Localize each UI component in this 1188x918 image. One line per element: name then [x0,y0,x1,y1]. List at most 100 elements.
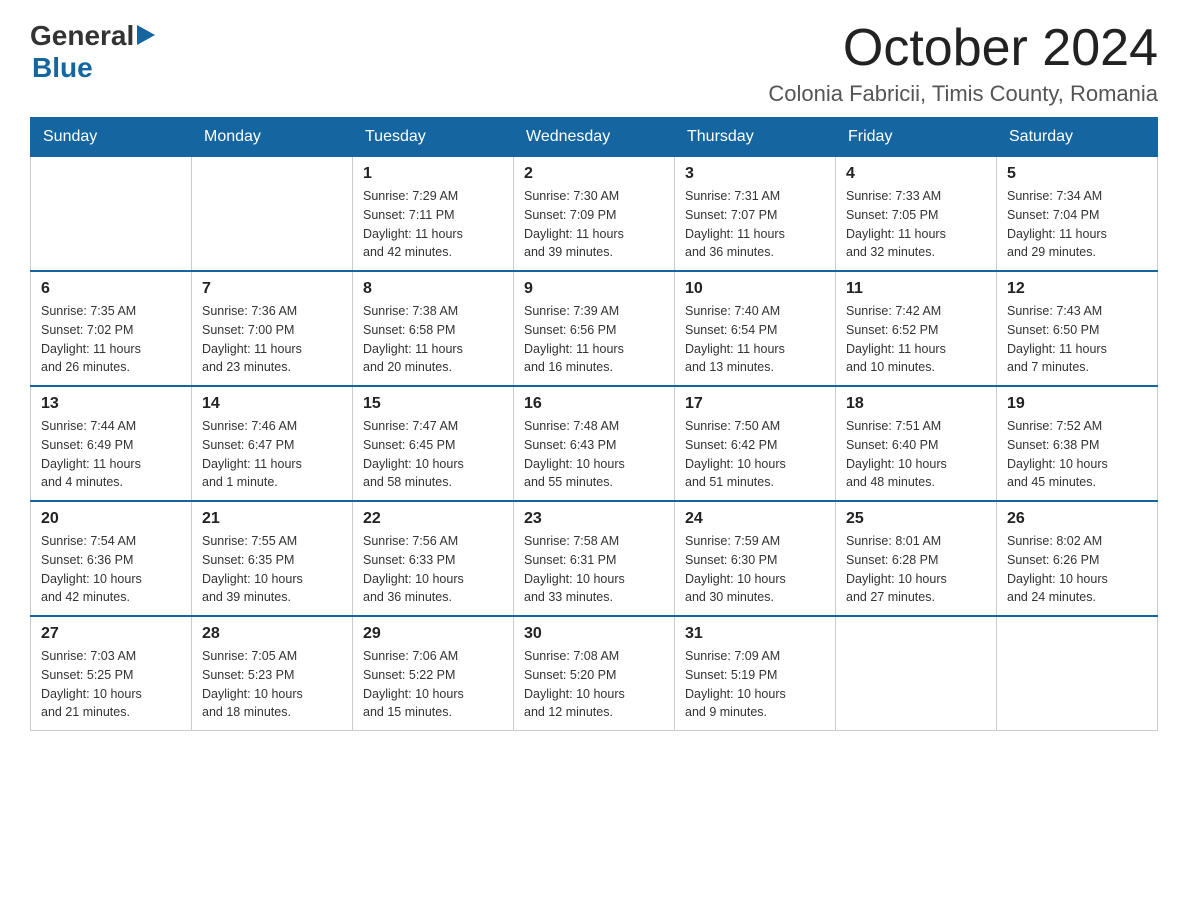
day-info: Sunrise: 7:52 AMSunset: 6:38 PMDaylight:… [1007,417,1147,492]
table-row [192,157,353,272]
calendar-week-row: 6Sunrise: 7:35 AMSunset: 7:02 PMDaylight… [31,271,1158,386]
day-info: Sunrise: 7:08 AMSunset: 5:20 PMDaylight:… [524,647,664,722]
day-info: Sunrise: 7:39 AMSunset: 6:56 PMDaylight:… [524,302,664,377]
month-title: October 2024 [768,20,1158,77]
day-number: 4 [846,165,986,183]
table-row [997,616,1158,731]
day-number: 24 [685,510,825,528]
logo: General Blue [30,20,155,84]
day-number: 28 [202,625,342,643]
table-row: 22 Sunrise: 7:56 AMSunset: 6:33 PMDayligh… [353,501,514,616]
table-row: 13 Sunrise: 7:44 AMSunset: 6:49 PMDayligh… [31,386,192,501]
day-number: 17 [685,395,825,413]
day-number: 7 [202,280,342,298]
day-number: 2 [524,165,664,183]
day-info: Sunrise: 7:51 AMSunset: 6:40 PMDaylight:… [846,417,986,492]
table-row: 18 Sunrise: 7:51 AMSunset: 6:40 PMDayligh… [836,386,997,501]
day-info: Sunrise: 7:46 AMSunset: 6:47 PMDaylight:… [202,417,342,492]
day-info: Sunrise: 7:40 AMSunset: 6:54 PMDaylight:… [685,302,825,377]
day-number: 16 [524,395,664,413]
table-row: 11 Sunrise: 7:42 AMSunset: 6:52 PMDayligh… [836,271,997,386]
table-row: 24 Sunrise: 7:59 AMSunset: 6:30 PMDayligh… [675,501,836,616]
table-row: 26 Sunrise: 8:02 AMSunset: 6:26 PMDayligh… [997,501,1158,616]
day-number: 26 [1007,510,1147,528]
day-info: Sunrise: 7:35 AMSunset: 7:02 PMDaylight:… [41,302,181,377]
day-number: 3 [685,165,825,183]
day-number: 19 [1007,395,1147,413]
header-tuesday: Tuesday [353,118,514,157]
table-row: 20 Sunrise: 7:54 AMSunset: 6:36 PMDayligh… [31,501,192,616]
table-row: 23 Sunrise: 7:58 AMSunset: 6:31 PMDayligh… [514,501,675,616]
day-info: Sunrise: 7:48 AMSunset: 6:43 PMDaylight:… [524,417,664,492]
header-thursday: Thursday [675,118,836,157]
table-row: 2 Sunrise: 7:30 AMSunset: 7:09 PMDaylight… [514,157,675,272]
day-number: 12 [1007,280,1147,298]
calendar-week-row: 20 Sunrise: 7:54 AMSunset: 6:36 PMDayligh… [31,501,1158,616]
table-row: 30Sunrise: 7:08 AMSunset: 5:20 PMDayligh… [514,616,675,731]
table-row: 29 Sunrise: 7:06 AMSunset: 5:22 PMDayligh… [353,616,514,731]
day-info: Sunrise: 7:31 AMSunset: 7:07 PMDaylight:… [685,187,825,262]
table-row: 14 Sunrise: 7:46 AMSunset: 6:47 PMDayligh… [192,386,353,501]
day-info: Sunrise: 7:33 AMSunset: 7:05 PMDaylight:… [846,187,986,262]
weekday-header-row: Sunday Monday Tuesday Wednesday Thursday… [31,118,1158,157]
table-row: 16 Sunrise: 7:48 AMSunset: 6:43 PMDayligh… [514,386,675,501]
day-number: 14 [202,395,342,413]
day-number: 29 [363,625,503,643]
day-info: Sunrise: 7:05 AMSunset: 5:23 PMDaylight:… [202,647,342,722]
title-area: October 2024 Colonia Fabricii, Timis Cou… [768,20,1158,107]
table-row: 31Sunrise: 7:09 AMSunset: 5:19 PMDayligh… [675,616,836,731]
day-number: 22 [363,510,503,528]
table-row: 19 Sunrise: 7:52 AMSunset: 6:38 PMDayligh… [997,386,1158,501]
day-info: Sunrise: 7:59 AMSunset: 6:30 PMDaylight:… [685,532,825,607]
header-friday: Friday [836,118,997,157]
day-number: 9 [524,280,664,298]
header-saturday: Saturday [997,118,1158,157]
day-info: Sunrise: 7:42 AMSunset: 6:52 PMDaylight:… [846,302,986,377]
calendar-week-row: 13 Sunrise: 7:44 AMSunset: 6:49 PMDayligh… [31,386,1158,501]
day-info: Sunrise: 7:58 AMSunset: 6:31 PMDaylight:… [524,532,664,607]
day-number: 25 [846,510,986,528]
day-info: Sunrise: 7:36 AMSunset: 7:00 PMDaylight:… [202,302,342,377]
table-row: 25 Sunrise: 8:01 AMSunset: 6:28 PMDayligh… [836,501,997,616]
table-row: 17Sunrise: 7:50 AMSunset: 6:42 PMDayligh… [675,386,836,501]
table-row: 27 Sunrise: 7:03 AMSunset: 5:25 PMDayligh… [31,616,192,731]
day-info: Sunrise: 7:56 AMSunset: 6:33 PMDaylight:… [363,532,503,607]
day-info: Sunrise: 7:44 AMSunset: 6:49 PMDaylight:… [41,417,181,492]
table-row: 15Sunrise: 7:47 AMSunset: 6:45 PMDayligh… [353,386,514,501]
day-info: Sunrise: 7:29 AMSunset: 7:11 PMDaylight:… [363,187,503,262]
day-number: 1 [363,165,503,183]
day-number: 27 [41,625,181,643]
calendar-week-row: 27 Sunrise: 7:03 AMSunset: 5:25 PMDayligh… [31,616,1158,731]
table-row: 9 Sunrise: 7:39 AMSunset: 6:56 PMDaylight… [514,271,675,386]
day-number: 23 [524,510,664,528]
day-number: 21 [202,510,342,528]
day-info: Sunrise: 8:01 AMSunset: 6:28 PMDaylight:… [846,532,986,607]
day-number: 5 [1007,165,1147,183]
day-number: 11 [846,280,986,298]
day-info: Sunrise: 7:06 AMSunset: 5:22 PMDaylight:… [363,647,503,722]
day-info: Sunrise: 7:54 AMSunset: 6:36 PMDaylight:… [41,532,181,607]
table-row: 5Sunrise: 7:34 AMSunset: 7:04 PMDaylight… [997,157,1158,272]
day-info: Sunrise: 7:30 AMSunset: 7:09 PMDaylight:… [524,187,664,262]
day-info: Sunrise: 7:47 AMSunset: 6:45 PMDaylight:… [363,417,503,492]
day-number: 13 [41,395,181,413]
table-row: 10 Sunrise: 7:40 AMSunset: 6:54 PMDayligh… [675,271,836,386]
day-number: 18 [846,395,986,413]
calendar-week-row: 1 Sunrise: 7:29 AMSunset: 7:11 PMDaylight… [31,157,1158,272]
day-info: Sunrise: 8:02 AMSunset: 6:26 PMDaylight:… [1007,532,1147,607]
calendar-table: Sunday Monday Tuesday Wednesday Thursday… [30,117,1158,731]
table-row: 7 Sunrise: 7:36 AMSunset: 7:00 PMDaylight… [192,271,353,386]
table-row: 3 Sunrise: 7:31 AMSunset: 7:07 PMDaylight… [675,157,836,272]
day-info: Sunrise: 7:09 AMSunset: 5:19 PMDaylight:… [685,647,825,722]
table-row: 12Sunrise: 7:43 AMSunset: 6:50 PMDayligh… [997,271,1158,386]
day-number: 10 [685,280,825,298]
day-info: Sunrise: 7:38 AMSunset: 6:58 PMDaylight:… [363,302,503,377]
day-info: Sunrise: 7:03 AMSunset: 5:25 PMDaylight:… [41,647,181,722]
logo-blue-text: Blue [32,52,93,83]
table-row: 28 Sunrise: 7:05 AMSunset: 5:23 PMDayligh… [192,616,353,731]
header-monday: Monday [192,118,353,157]
day-number: 20 [41,510,181,528]
day-info: Sunrise: 7:55 AMSunset: 6:35 PMDaylight:… [202,532,342,607]
table-row: 6Sunrise: 7:35 AMSunset: 7:02 PMDaylight… [31,271,192,386]
page-header: General Blue October 2024 Colonia Fabric… [30,20,1158,107]
